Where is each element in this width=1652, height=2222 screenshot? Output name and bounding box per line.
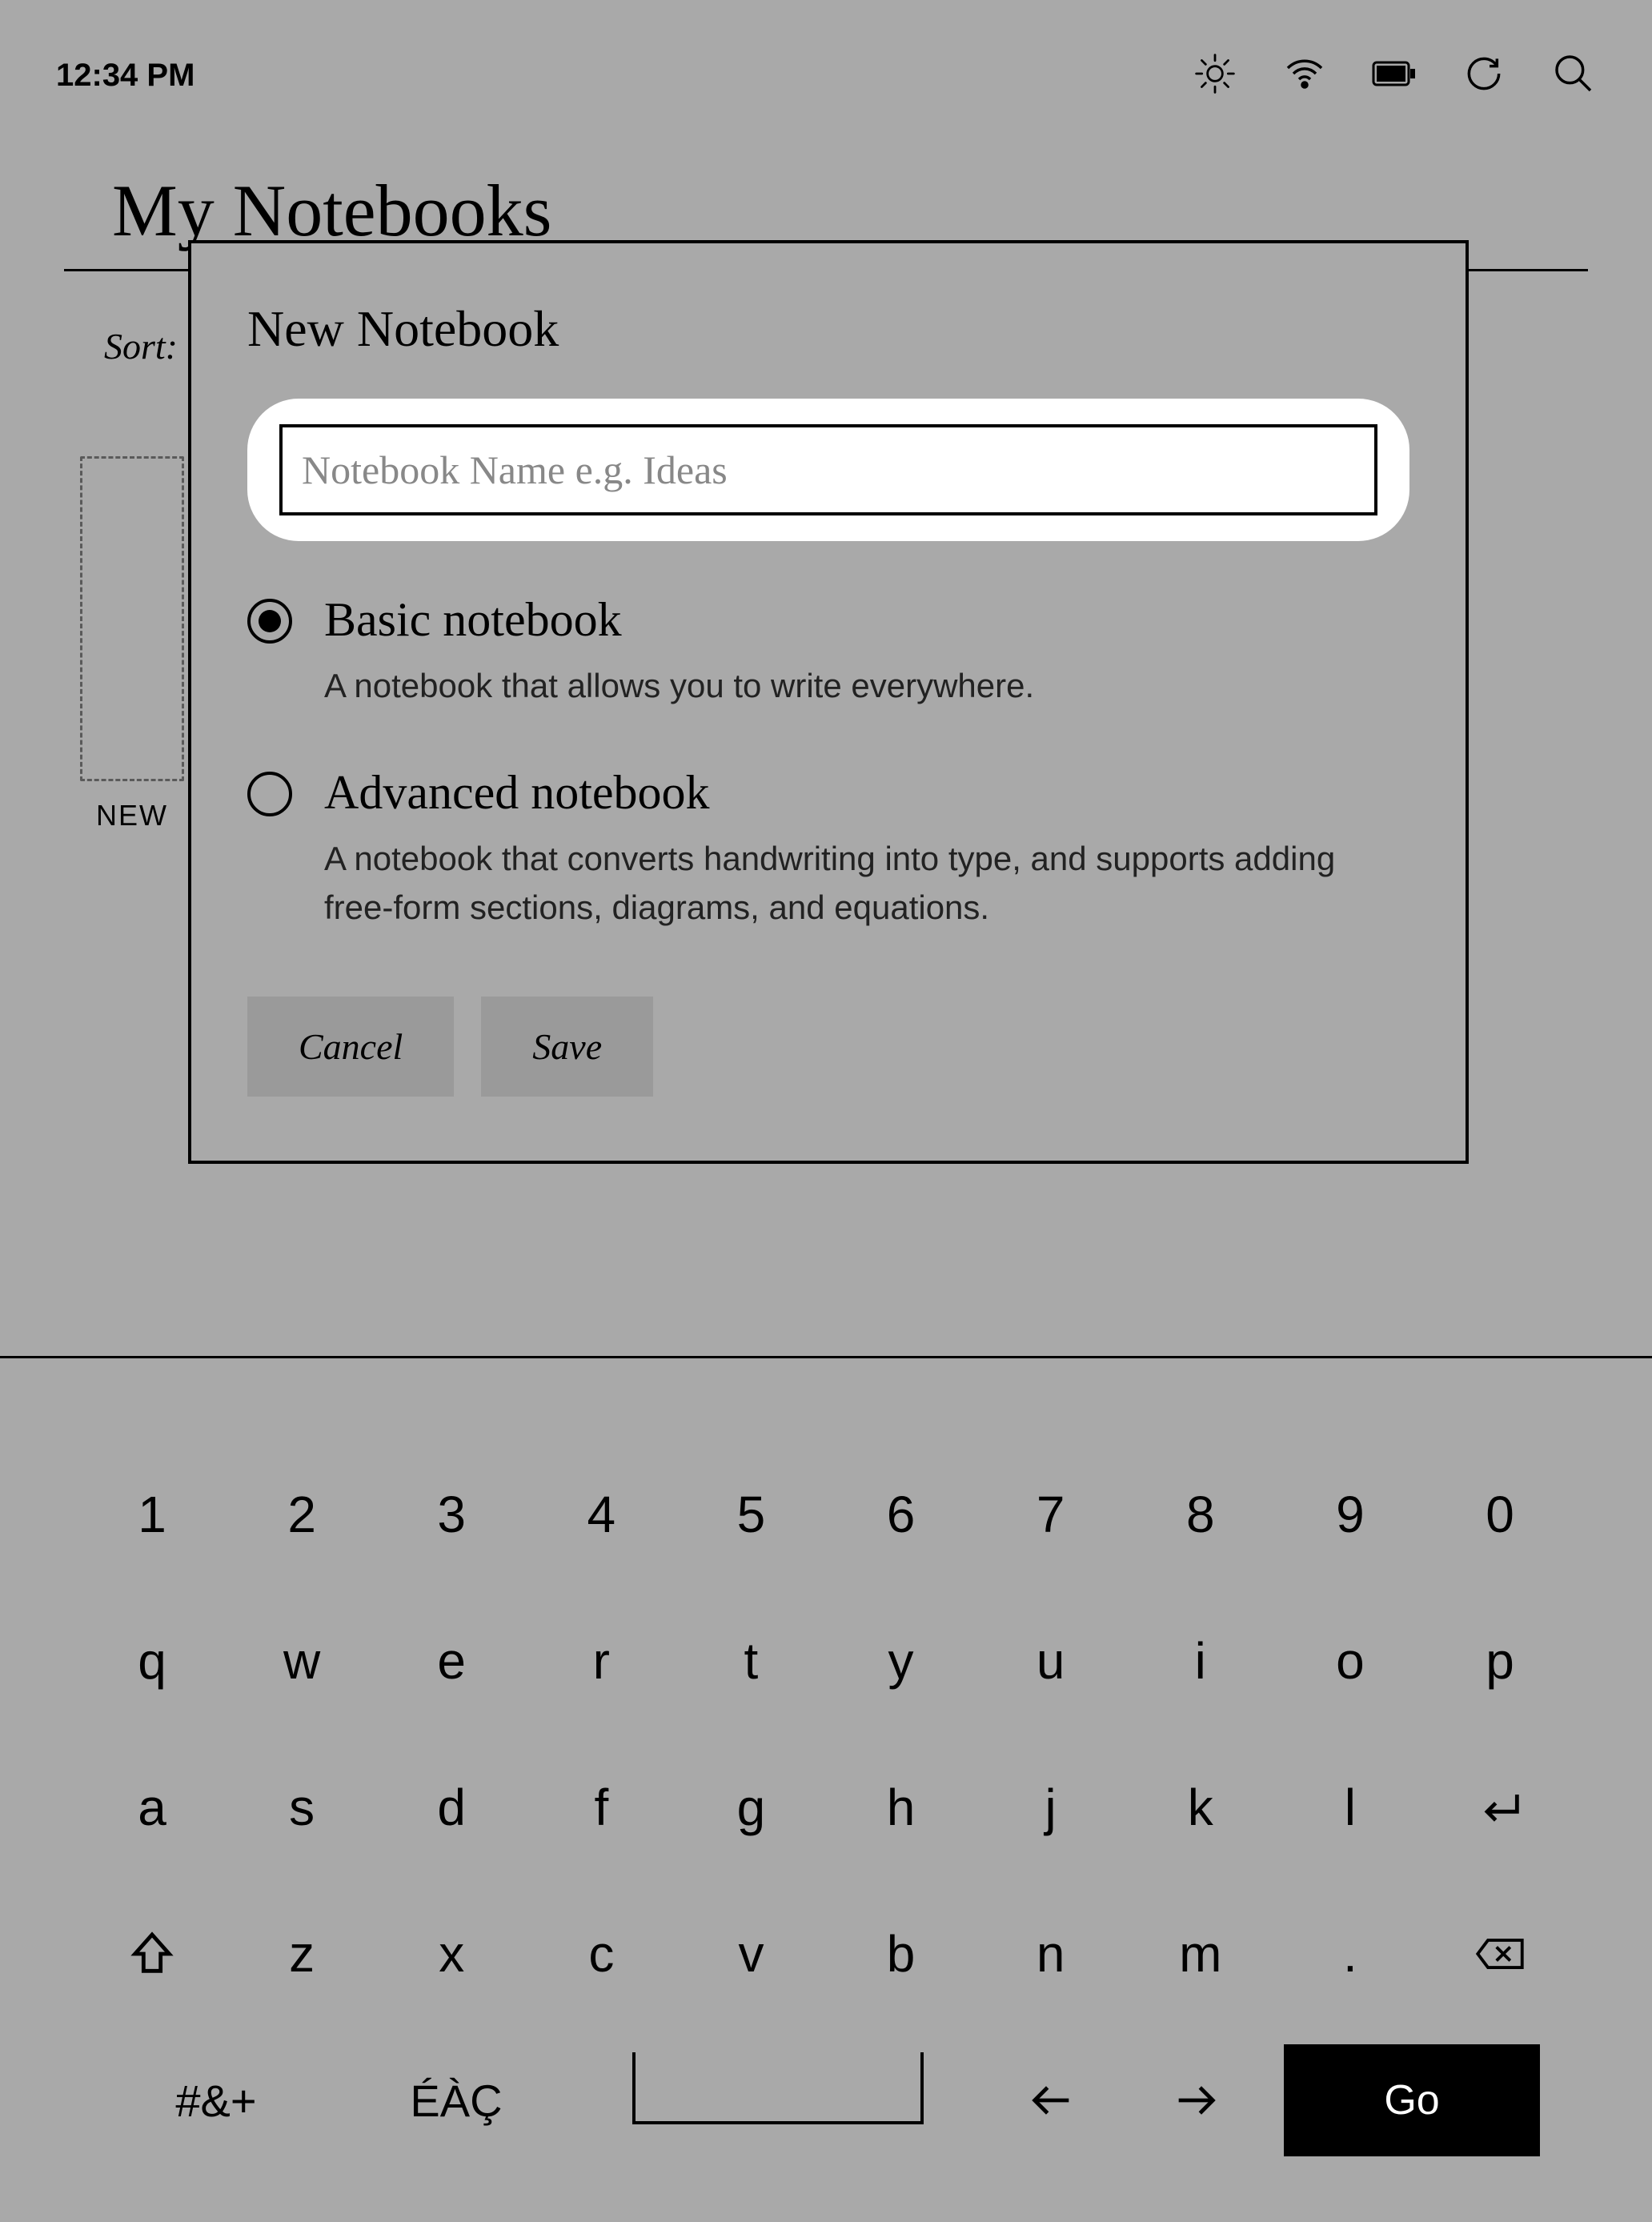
key-m[interactable]: m	[1145, 1898, 1257, 2010]
key-o[interactable]: o	[1294, 1605, 1406, 1717]
option-basic[interactable]: Basic notebook A notebook that allows yo…	[247, 586, 1409, 759]
key-5[interactable]: 5	[695, 1458, 807, 1570]
key-arrow-right[interactable]	[1140, 2044, 1252, 2156]
sort-label[interactable]: Sort:	[104, 325, 178, 367]
key-u[interactable]: u	[995, 1605, 1107, 1717]
key-shift[interactable]	[96, 1898, 208, 2010]
key-c[interactable]: c	[545, 1898, 657, 2010]
key-9[interactable]: 9	[1294, 1458, 1406, 1570]
key-p[interactable]: p	[1444, 1605, 1556, 1717]
key-6[interactable]: 6	[845, 1458, 957, 1570]
key-e[interactable]: e	[395, 1605, 507, 1717]
key-backspace[interactable]	[1444, 1898, 1556, 2010]
key-f[interactable]: f	[545, 1751, 657, 1863]
key-3[interactable]: 3	[395, 1458, 507, 1570]
name-input-highlight	[247, 399, 1409, 541]
clock: 12:34 PM	[56, 58, 194, 94]
key-a[interactable]: a	[96, 1751, 208, 1863]
keyboard-row-5: #&+ ÉÀÇ Go	[96, 2044, 1556, 2156]
notebook-name-input[interactable]	[279, 424, 1377, 515]
status-icons	[1193, 51, 1596, 100]
brightness-icon[interactable]	[1193, 51, 1237, 100]
key-enter[interactable]	[1444, 1751, 1556, 1863]
key-0[interactable]: 0	[1444, 1458, 1556, 1570]
key-h[interactable]: h	[845, 1751, 957, 1863]
key-g[interactable]: g	[695, 1751, 807, 1863]
search-icon[interactable]	[1551, 51, 1596, 100]
key-r[interactable]: r	[545, 1605, 657, 1717]
radio-basic[interactable]	[247, 599, 292, 644]
key-arrow-left[interactable]	[996, 2044, 1108, 2156]
key-go[interactable]: Go	[1284, 2044, 1540, 2156]
key-z[interactable]: z	[246, 1898, 358, 2010]
key-symbols[interactable]: #&+	[112, 2044, 320, 2156]
key-s[interactable]: s	[246, 1751, 358, 1863]
dialog-title: New Notebook	[247, 299, 1409, 359]
option-basic-title: Basic notebook	[324, 592, 1034, 648]
sync-icon[interactable]	[1462, 51, 1506, 100]
key-k[interactable]: k	[1145, 1751, 1257, 1863]
keyboard-divider	[0, 1356, 1652, 1358]
option-advanced-title: Advanced notebook	[324, 765, 1365, 820]
key-n[interactable]: n	[995, 1898, 1107, 2010]
keyboard-row-2: q w e r t y u i o p	[96, 1605, 1556, 1717]
keyboard-row-1: 1 2 3 4 5 6 7 8 9 0	[96, 1458, 1556, 1570]
wifi-icon[interactable]	[1282, 51, 1327, 100]
new-notebook-tile[interactable]: NEW	[80, 456, 184, 832]
key-t[interactable]: t	[695, 1605, 807, 1717]
key-i[interactable]: i	[1145, 1605, 1257, 1717]
new-tile-thumbnail	[80, 456, 184, 781]
key-4[interactable]: 4	[545, 1458, 657, 1570]
key-d[interactable]: d	[395, 1751, 507, 1863]
new-tile-label: NEW	[96, 799, 168, 832]
key-2[interactable]: 2	[246, 1458, 358, 1570]
key-l[interactable]: l	[1294, 1751, 1406, 1863]
key-j[interactable]: j	[995, 1751, 1107, 1863]
key-8[interactable]: 8	[1145, 1458, 1257, 1570]
cancel-button[interactable]: Cancel	[247, 997, 454, 1097]
key-x[interactable]: x	[395, 1898, 507, 2010]
key-space[interactable]	[632, 2052, 924, 2124]
key-q[interactable]: q	[96, 1605, 208, 1717]
keyboard-row-3: a s d f g h j k l	[96, 1751, 1556, 1863]
option-advanced[interactable]: Advanced notebook A notebook that conver…	[247, 759, 1409, 981]
option-basic-desc: A notebook that allows you to write ever…	[324, 662, 1034, 711]
radio-advanced[interactable]	[247, 772, 292, 816]
status-bar: 12:34 PM	[0, 0, 1652, 112]
key-1[interactable]: 1	[96, 1458, 208, 1570]
key-period[interactable]: .	[1294, 1898, 1406, 2010]
option-advanced-desc: A notebook that converts handwriting int…	[324, 835, 1365, 933]
key-y[interactable]: y	[845, 1605, 957, 1717]
on-screen-keyboard: 1 2 3 4 5 6 7 8 9 0 q w e r t y u i o p …	[0, 1409, 1652, 2222]
save-button[interactable]: Save	[481, 997, 653, 1097]
key-b[interactable]: b	[845, 1898, 957, 2010]
keyboard-row-4: z x c v b n m .	[96, 1898, 1556, 2010]
key-accents[interactable]: ÉÀÇ	[352, 2044, 560, 2156]
battery-icon[interactable]	[1372, 51, 1417, 100]
new-notebook-dialog: New Notebook Basic notebook A notebook t…	[188, 240, 1469, 1164]
key-7[interactable]: 7	[995, 1458, 1107, 1570]
key-v[interactable]: v	[695, 1898, 807, 2010]
key-w[interactable]: w	[246, 1605, 358, 1717]
